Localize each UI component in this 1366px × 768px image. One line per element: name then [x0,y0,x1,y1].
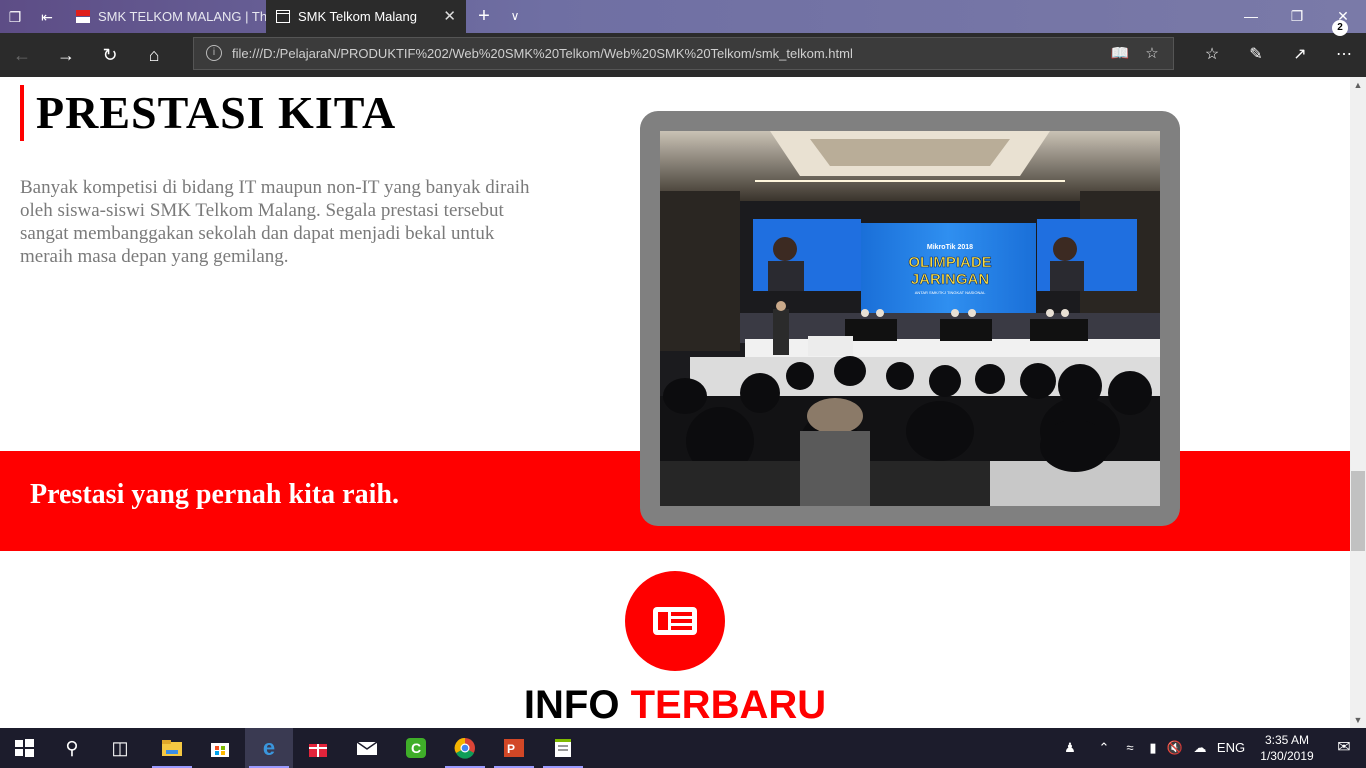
description-text: Banyak kompetisi di bidang IT maupun non… [20,177,530,267]
new-tab-icon[interactable]: + [472,0,496,33]
banner-text: Prestasi yang pernah kita raih. [30,479,399,510]
info-title-word-1: INFO [523,683,620,727]
info-icon-circle [625,571,725,671]
screen-logo-main2: JARINGAN [911,271,989,288]
store-icon [211,743,229,757]
newspaper-icon [653,607,697,635]
mail-button[interactable] [343,728,391,768]
info-title-word-2: TERBARU [630,683,827,727]
star-icon[interactable]: ☆ [1140,42,1164,66]
info-terbaru-heading: INFO TERBARU [0,680,1350,728]
tab-set-aside-icon[interactable]: ❐ [6,8,24,26]
gift-button[interactable] [294,728,342,768]
task-view-icon: ◫ [111,738,129,758]
chrome-button[interactable] [441,728,489,768]
people-icon[interactable]: ♟ [1058,728,1082,768]
windows-start-icon [15,739,34,757]
back-arrow-icon[interactable]: ← [8,41,36,69]
tab-label: SMK Telkom Malang [298,9,417,24]
home-icon[interactable]: ⌂ [140,41,168,69]
wifi-icon[interactable]: ≈ [1120,728,1140,768]
chevron-down-icon[interactable]: ∨ [503,0,527,33]
favorites-hub-icon[interactable]: ☆ [1198,41,1226,69]
page-title: PRESTASI KITA [36,87,397,138]
action-center-icon[interactable]: ✉ [1322,728,1366,768]
scroll-up-icon[interactable]: ▲ [1350,77,1366,93]
address-bar[interactable]: i file:///D:/PelajaraN/PRODUKTIF%202/Web… [193,37,1174,70]
mail-icon [356,741,378,755]
screen-logo-top: MikroTik 2018 [927,244,973,251]
volume-muted-icon[interactable]: 🔇 [1164,728,1186,768]
chevron-up-icon[interactable]: ⌃ [1094,728,1114,768]
web-page: PRESTASI KITA Banyak kompetisi di bidang… [0,77,1350,728]
file-explorer-button[interactable] [148,728,196,768]
telkom-favicon-icon [76,10,90,23]
tab-label: SMK TELKOM MALANG | Th [98,9,266,24]
task-view-button[interactable]: ◫ [96,728,144,768]
camtasia-button[interactable]: C [392,728,440,768]
svg-text:P: P [507,742,515,756]
tab-smk-telkom-malang[interactable]: SMK Telkom Malang ✕ [266,0,466,33]
more-icon[interactable]: ⋯ [1330,41,1358,69]
powerpoint-button[interactable]: P [490,728,538,768]
battery-icon[interactable]: ▮ [1142,728,1164,768]
file-explorer-icon [162,740,182,756]
forward-arrow-icon[interactable]: → [52,41,80,69]
powerpoint-icon: P [504,739,524,757]
search-icon: ⚲ [65,738,79,758]
page-icon [276,10,290,23]
minimize-icon[interactable]: — [1228,0,1274,33]
screen-logo-sub: ANTAR SMK/TKJ TINGKAT NASIONAL [915,290,986,295]
taskbar: ⚲ ◫ e C P ♟ ⌃ ≈ ▮ 🔇 ☁ ENG 3:35 AM 1/30/2… [0,728,1366,768]
edge-icon: e [262,735,276,760]
notepad-button[interactable] [539,728,587,768]
tab-smk-telkom-th[interactable]: SMK TELKOM MALANG | Th [66,0,266,33]
pen-icon[interactable]: ✎ [1242,41,1270,69]
title-bar: ❐ ⇤ SMK TELKOM MALANG | Th SMK Telkom Ma… [0,0,1366,33]
olimpiade-jaringan-photo: MikroTik 2018 OLIMPIADE JARINGAN ANTAR S… [660,131,1160,506]
notepad-icon [555,739,571,757]
clock-date: 1/30/2019 [1260,749,1314,763]
clock[interactable]: 3:35 AM 1/30/2019 [1252,732,1322,764]
share-icon[interactable]: ↗ [1286,41,1314,69]
vertical-scrollbar[interactable]: ▲ ▼ [1350,77,1366,728]
heading-accent [20,85,24,141]
gift-icon [309,744,327,757]
edge-button[interactable]: e [245,728,293,768]
reading-view-icon[interactable]: 📖 [1108,42,1132,66]
store-button[interactable] [196,728,244,768]
start-button[interactable] [0,728,48,768]
svg-text:C: C [411,740,421,756]
chrome-icon [454,737,475,759]
restore-icon[interactable]: ❐ [1274,0,1320,33]
screen-logo-main1: OLIMPIADE [908,254,991,271]
refresh-icon[interactable]: ↻ [96,41,124,69]
camtasia-icon: C [406,738,426,758]
scroll-down-icon[interactable]: ▼ [1350,712,1366,728]
address-text[interactable]: file:///D:/PelajaraN/PRODUKTIF%202/Web%2… [232,38,853,69]
notification-count-badge: 2 [1332,20,1348,36]
onedrive-icon[interactable]: ☁ [1188,728,1212,768]
close-tab-icon[interactable]: ✕ [443,0,456,33]
scroll-thumb[interactable] [1351,471,1365,551]
event-photo: MikroTik 2018 OLIMPIADE JARINGAN ANTAR S… [660,131,1160,506]
clock-time: 3:35 AM [1264,733,1310,747]
tabs-aside-icon[interactable]: ⇤ [38,8,56,26]
search-button[interactable]: ⚲ [48,728,96,768]
info-icon[interactable]: i [206,45,222,61]
language-indicator[interactable]: ENG [1214,728,1248,768]
